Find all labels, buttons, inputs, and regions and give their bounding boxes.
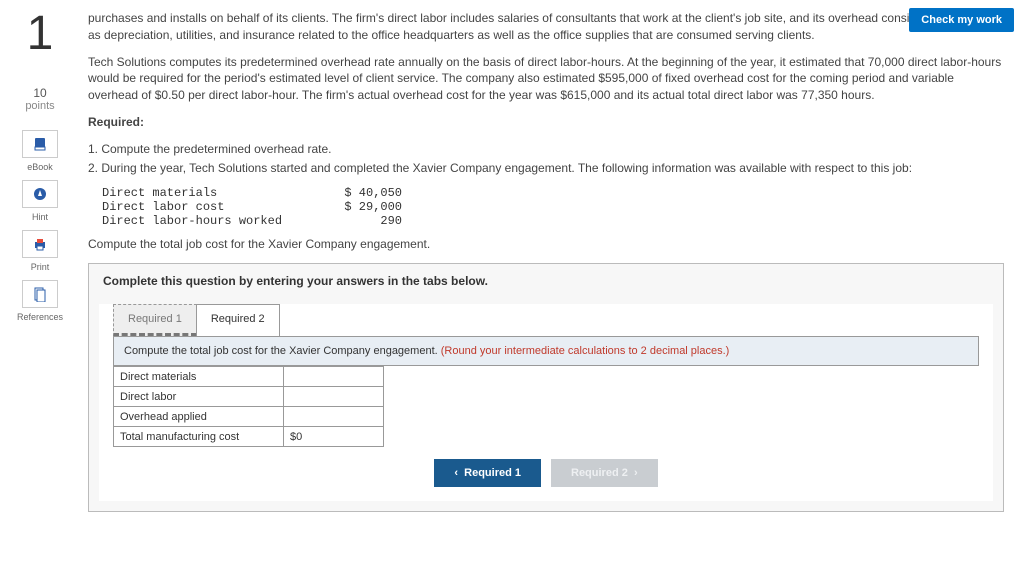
panel-text: Compute the total job cost for the Xavie… xyxy=(124,345,441,357)
hint-label: Hint xyxy=(32,212,48,222)
points-value: 10 xyxy=(33,86,46,100)
paragraph-2: Tech Solutions computes its predetermine… xyxy=(88,54,1004,104)
table-row: Direct labor xyxy=(114,387,384,407)
dlh-value: 290 xyxy=(322,214,402,228)
book-icon xyxy=(32,136,48,152)
row-dl-label: Direct labor xyxy=(114,387,284,407)
nav-prev-button[interactable]: ‹ Required 1 xyxy=(434,459,541,487)
paragraph-1: purchases and installs on behalf of its … xyxy=(88,10,1004,44)
tab-required-1[interactable]: Required 1 xyxy=(113,304,197,336)
points-label: points xyxy=(25,100,54,112)
table-row: Direct materials xyxy=(114,367,384,387)
row-total-value: $0 xyxy=(284,427,384,447)
print-label: Print xyxy=(31,262,50,272)
required-heading: Required: xyxy=(88,114,1004,131)
hint-button[interactable] xyxy=(22,180,58,208)
compass-icon xyxy=(32,186,48,202)
requirement-1: 1. Compute the predetermined overhead ra… xyxy=(88,141,1004,158)
dm-label: Direct materials xyxy=(102,186,322,200)
nav-next-button[interactable]: Required 2 › xyxy=(551,459,658,487)
chevron-right-icon: › xyxy=(634,467,638,479)
panel-hint: (Round your intermediate calculations to… xyxy=(441,345,730,357)
dl-label: Direct labor cost xyxy=(102,200,322,214)
dl-value: $ 29,000 xyxy=(322,200,402,214)
cost-table: Direct materials Direct labor Overhead a… xyxy=(113,366,384,447)
ebook-button[interactable] xyxy=(22,130,58,158)
tab-required-2[interactable]: Required 2 xyxy=(196,304,280,336)
row-oh-input[interactable] xyxy=(290,411,377,423)
row-oh-label: Overhead applied xyxy=(114,407,284,427)
references-label: References xyxy=(17,312,63,322)
requirement-2: 2. During the year, Tech Solutions start… xyxy=(88,160,1004,177)
question-number: 1 xyxy=(27,10,54,58)
paragraph-3: Compute the total job cost for the Xavie… xyxy=(88,236,1004,253)
ebook-label: eBook xyxy=(27,162,53,172)
row-total-label: Total manufacturing cost xyxy=(114,427,284,447)
tab-panel-header: Compute the total job cost for the Xavie… xyxy=(113,337,979,366)
table-row: Overhead applied xyxy=(114,407,384,427)
job-data-table: Direct materials$ 40,050 Direct labor co… xyxy=(102,186,1004,228)
table-row: Total manufacturing cost$0 xyxy=(114,427,384,447)
references-button[interactable] xyxy=(22,280,58,308)
dm-value: $ 40,050 xyxy=(322,186,402,200)
dlh-label: Direct labor-hours worked xyxy=(102,214,322,228)
row-dl-input[interactable] xyxy=(290,391,377,403)
row-dm-label: Direct materials xyxy=(114,367,284,387)
check-my-work-button[interactable]: Check my work xyxy=(909,8,1014,32)
answer-box: Complete this question by entering your … xyxy=(88,263,1004,512)
chevron-left-icon: ‹ xyxy=(454,467,458,479)
row-dm-input[interactable] xyxy=(290,371,377,383)
answer-instructions: Complete this question by entering your … xyxy=(89,264,1003,298)
print-button[interactable] xyxy=(22,230,58,258)
document-icon xyxy=(32,286,48,302)
printer-icon xyxy=(32,236,48,252)
